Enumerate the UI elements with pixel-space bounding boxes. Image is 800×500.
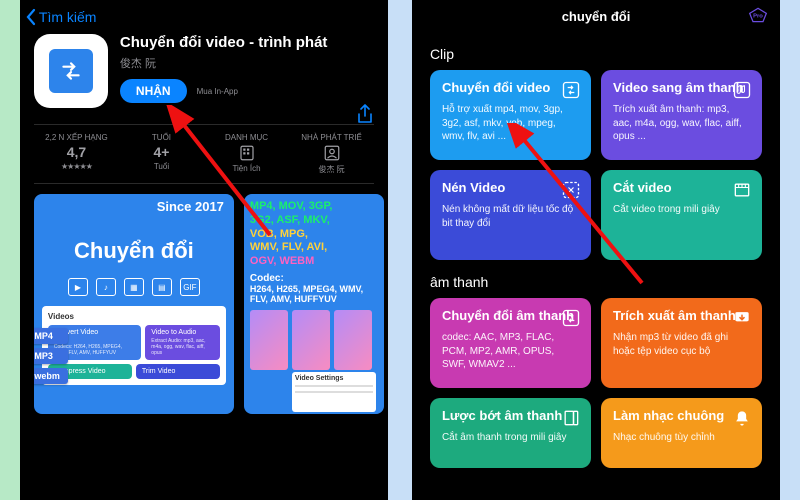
category-icon xyxy=(238,144,256,162)
info-rating: 2,2 N XẾP HẠNG 4,7 ★★★★★ xyxy=(34,133,119,175)
ss-title: Chuyển đổi xyxy=(42,238,226,264)
film-icon xyxy=(732,180,752,200)
screen-title: chuyển đổi xyxy=(562,9,631,24)
screen-title-bar: chuyển đổi Pro xyxy=(412,6,780,26)
card-video-to-audio[interactable]: Video sang âm thanh Trích xuất âm thanh:… xyxy=(601,70,762,160)
app-icon[interactable] xyxy=(34,34,108,108)
card-convert-video[interactable]: Chuyển đổi video Hỗ trợ xuất mp4, mov, 3… xyxy=(430,70,591,160)
convert-icon xyxy=(561,308,581,328)
format-tags: .MP4 .MP3 .webm xyxy=(34,328,68,384)
app-developer[interactable]: 俊杰 阮 xyxy=(120,55,374,71)
chevron-left-icon xyxy=(25,8,37,26)
back-button[interactable]: Tìm kiếm xyxy=(20,6,388,32)
download-icon xyxy=(732,308,752,328)
app-title: Chuyển đổi video - trình phát xyxy=(120,34,374,52)
svg-text:Pro: Pro xyxy=(753,14,763,20)
gif-icon: GIF xyxy=(180,278,200,296)
iap-label: Mua In-App xyxy=(197,87,238,96)
screenshot-2: MP4, MOV, 3GP, 3G2, ASF, MKV, VOB, MPG, … xyxy=(244,194,384,414)
music-icon: ♪ xyxy=(96,278,116,296)
info-category: DANH MỤC Tiện Ích xyxy=(204,133,289,175)
pro-badge[interactable]: Pro xyxy=(748,6,768,27)
share-button[interactable] xyxy=(356,104,374,131)
doc-icon: ▤ xyxy=(152,278,172,296)
bg-strip-mid xyxy=(388,0,412,500)
section-clip: Clip xyxy=(412,32,780,70)
info-age: TUỔI 4+ Tuổi xyxy=(119,133,204,175)
bell-icon xyxy=(732,408,752,428)
trim-icon xyxy=(561,408,581,428)
screenshot-1: Since 2017 Chuyển đổi ▶ ♪ ▦ ▤ GIF Videos… xyxy=(34,194,234,414)
card-trim-audio[interactable]: Lược bớt âm thanh Cắt âm thanh trong mil… xyxy=(430,398,591,468)
bg-strip-left xyxy=(0,0,20,500)
bg-strip-right xyxy=(780,0,800,500)
audio-icon xyxy=(732,80,752,100)
youtube-icon: ▶ xyxy=(68,278,88,296)
app-info-bar[interactable]: 2,2 N XẾP HẠNG 4,7 ★★★★★ TUỔI 4+ Tuổi DA… xyxy=(34,124,374,184)
screenshots-row[interactable]: Since 2017 Chuyển đổi ▶ ♪ ▦ ▤ GIF Videos… xyxy=(20,184,388,414)
convert-icon xyxy=(58,58,84,84)
app-header: Chuyển đổi video - trình phát 俊杰 阮 NHẬN … xyxy=(20,32,388,116)
image-icon: ▦ xyxy=(124,278,144,296)
info-developer: NHÀ PHÁT TRIỂ 俊杰 阮 xyxy=(289,133,374,175)
card-ringtone[interactable]: Làm nhạc chuông Nhạc chuông tùy chỉnh xyxy=(601,398,762,468)
card-compress-video[interactable]: Nén Video Nén không mất dữ liệu tốc độ b… xyxy=(430,170,591,260)
appstore-screen: Tìm kiếm Chuyển đổi video - trình phát 俊… xyxy=(20,0,388,500)
card-cut-video[interactable]: Cắt video Cắt video trong mili giây xyxy=(601,170,762,260)
card-extract-audio[interactable]: Trích xuất âm thanh Nhận mp3 từ video đã… xyxy=(601,298,762,388)
get-button[interactable]: NHẬN xyxy=(120,79,187,103)
section-audio: âm thanh xyxy=(412,260,780,298)
card-convert-audio[interactable]: Chuyển đổi âm thanh codec: AAC, MP3, FLA… xyxy=(430,298,591,388)
since-badge: Since 2017 xyxy=(157,200,224,214)
convert-icon xyxy=(561,80,581,100)
app-screen: chuyển đổi Pro Clip Chuyển đổi video Hỗ … xyxy=(412,0,780,500)
person-icon xyxy=(323,144,341,162)
back-label: Tìm kiếm xyxy=(39,9,97,25)
compress-icon xyxy=(561,180,581,200)
